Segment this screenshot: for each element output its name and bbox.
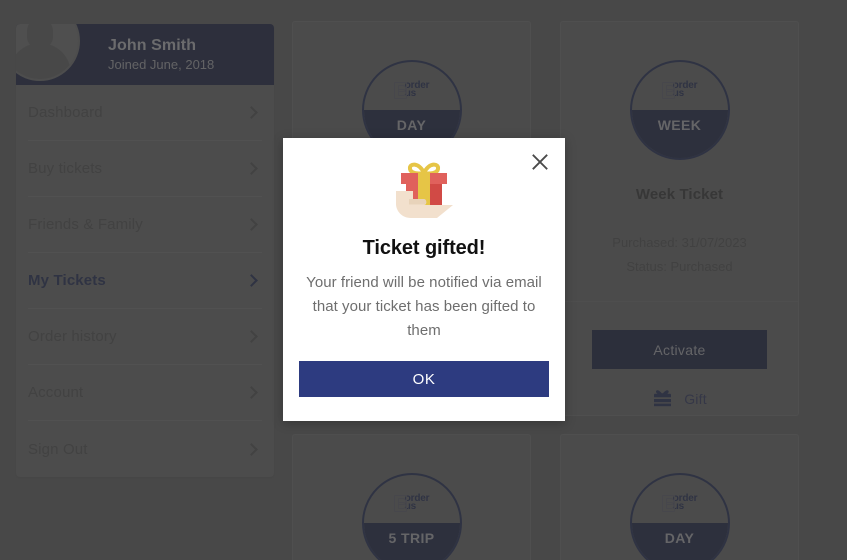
ok-button[interactable]: OK — [299, 361, 549, 397]
close-icon[interactable] — [529, 151, 551, 173]
modal-title: Ticket gifted! — [362, 237, 486, 259]
ticket-gifted-modal: Ticket gifted! Your friend will be notif… — [283, 138, 565, 421]
modal-body-text: Your friend will be notified via email t… — [306, 274, 542, 339]
close-glyph — [532, 154, 548, 170]
gift-in-hand-icon — [391, 160, 457, 227]
